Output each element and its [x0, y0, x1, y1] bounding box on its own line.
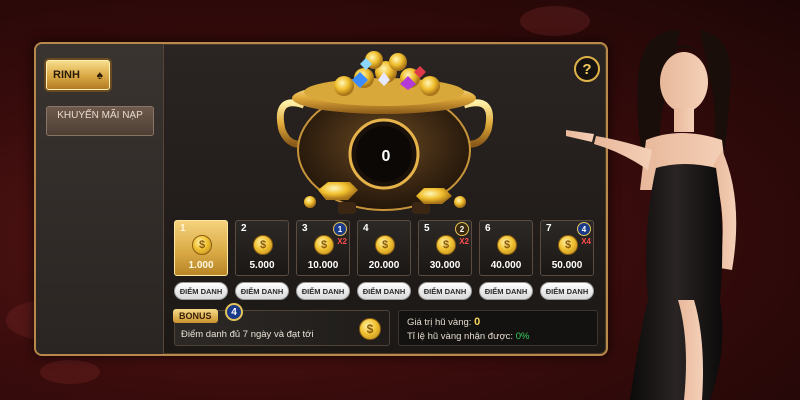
day-5: 5 $2 X2 30.000 ĐIỂM DANH: [418, 220, 472, 300]
day-card[interactable]: 5 $2 X2 30.000: [418, 220, 472, 276]
checkin-button[interactable]: ĐIỂM DANH: [479, 282, 533, 300]
bonus-tag: BONUS: [173, 309, 218, 323]
bonus-text: Điểm danh đủ 7 ngày và đạt tới: [181, 329, 314, 340]
day-card[interactable]: 4 $20.000: [357, 220, 411, 276]
jackpot-value: 0: [381, 148, 391, 165]
multiplier-badge: 1: [333, 222, 347, 236]
coin-icon: $: [375, 235, 395, 255]
day-reward-amount: 40.000: [490, 260, 522, 271]
day-card[interactable]: 3 $1 X2 10.000: [296, 220, 350, 276]
day-reward-amount: 30.000: [429, 260, 461, 271]
day-card[interactable]: 6 $40.000: [479, 220, 533, 276]
spade-icon: ♠: [96, 68, 103, 82]
pot-value-label: Giá trị hũ vàng:: [407, 317, 472, 328]
pot-ratio-value: 0%: [515, 331, 530, 342]
day-number: 2: [241, 223, 247, 234]
day-reward-amount: 20.000: [368, 260, 400, 271]
coin-icon: $: [436, 235, 456, 255]
bonus-box: BONUS 4 Điểm danh đủ 7 ngày và đạt tới $: [173, 303, 390, 346]
checkin-button[interactable]: ĐIỂM DANH: [357, 282, 411, 300]
bg-chip-decoration: [40, 360, 100, 384]
day-card[interactable]: 1 $1.000: [174, 220, 228, 276]
tab-rinh-label: RINH: [53, 69, 80, 81]
multiplier-label: X2: [459, 237, 469, 246]
coin-icon: $: [192, 235, 212, 255]
coin-icon: $: [314, 235, 334, 255]
day-number: 3: [302, 223, 308, 234]
day-1: 1 $1.000 ĐIỂM DANH: [174, 220, 228, 300]
coin-icon: $: [253, 235, 273, 255]
day-2: 2 $5.000 ĐIỂM DANH: [235, 220, 289, 300]
checkin-button[interactable]: ĐIỂM DANH: [296, 282, 350, 300]
daily-checkin-panel: RINH ♠ KHUYẾN MÃI NẠP ? 0 1 $ 1.000 ĐIỂM…: [34, 42, 608, 356]
checkin-button[interactable]: ĐIỂM DANH: [235, 282, 289, 300]
day-reward-amount: 1.000: [188, 260, 214, 271]
host-illustration: [566, 30, 737, 400]
day-number: 7: [546, 223, 552, 234]
day-number: 5: [424, 223, 430, 234]
day-reward-amount: 10.000: [307, 260, 339, 271]
day-card[interactable]: 2 $5.000: [235, 220, 289, 276]
day-number: 1: [180, 223, 186, 234]
gold-pot-illustration: [276, 51, 493, 214]
day-3: 3 $1 X2 10.000 ĐIỂM DANH: [296, 220, 350, 300]
bonus-badge: 4: [225, 303, 243, 321]
day-reward-amount: 5.000: [249, 260, 275, 271]
checkin-button[interactable]: ĐIỂM DANH: [418, 282, 472, 300]
day-4: 4 $20.000 ĐIỂM DANH: [357, 220, 411, 300]
checkin-button[interactable]: ĐIỂM DANH: [174, 282, 228, 300]
sidebar: RINH ♠ KHUYẾN MÃI NẠP: [36, 44, 164, 354]
tab-rinh[interactable]: RINH ♠: [46, 60, 110, 90]
day-number: 4: [363, 223, 369, 234]
multiplier-label: X2: [337, 237, 347, 246]
coin-icon: $: [497, 235, 517, 255]
coin-icon: $: [359, 318, 381, 340]
pot-ratio-label: Tỉ lệ hũ vàng nhận được:: [407, 331, 514, 342]
multiplier-badge: 2: [455, 222, 469, 236]
day-number: 6: [485, 223, 491, 234]
tab-khuyen-mai-label: KHUYẾN MÃI NẠP: [57, 110, 143, 121]
checkin-days: 1 $1.000 ĐIỂM DANH 2 $5.000 ĐIỂM DANH 3 $1 X2 10.…: [174, 220, 602, 304]
day-6: 6 $40.000 ĐIỂM DANH: [479, 220, 533, 300]
tab-khuyen-mai-nap[interactable]: KHUYẾN MÃI NẠP: [46, 106, 154, 136]
pot-value: 0: [474, 316, 481, 328]
